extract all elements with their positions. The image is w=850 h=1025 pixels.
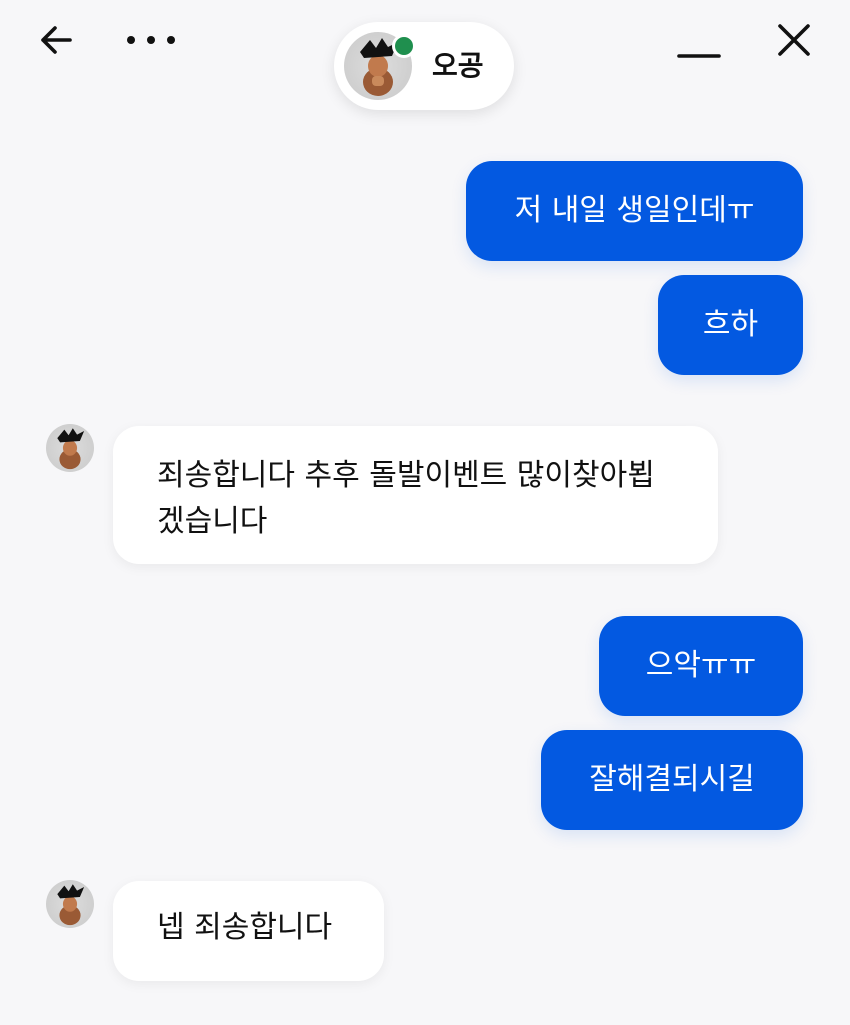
more-horizontal-icon <box>127 36 175 44</box>
minimize-button[interactable] <box>672 14 726 66</box>
incoming-message[interactable]: 넵 죄송합니다 <box>113 881 384 981</box>
arrow-left-icon <box>41 26 72 54</box>
sender-avatar[interactable] <box>46 880 94 928</box>
outgoing-message[interactable]: 잘해결되시길 <box>541 730 803 830</box>
chat-profile-pill[interactable]: 오공 <box>334 22 514 110</box>
close-icon <box>778 24 810 56</box>
online-status-indicator <box>392 34 416 58</box>
contact-name: 오공 <box>432 49 484 82</box>
close-button[interactable] <box>768 14 820 66</box>
outgoing-message[interactable]: 흐하 <box>658 275 803 375</box>
minimize-icon <box>677 54 721 58</box>
outgoing-message[interactable]: 으악ㅠㅠ <box>599 616 803 716</box>
more-options-button[interactable] <box>122 14 180 66</box>
back-button[interactable] <box>30 14 82 66</box>
sender-avatar[interactable] <box>46 424 94 472</box>
outgoing-message[interactable]: 저 내일 생일인데ㅠ <box>466 161 803 261</box>
incoming-message[interactable]: 죄송합니다 추후 돌발이벤트 많이찾아뵙겠습니다 <box>113 426 718 564</box>
